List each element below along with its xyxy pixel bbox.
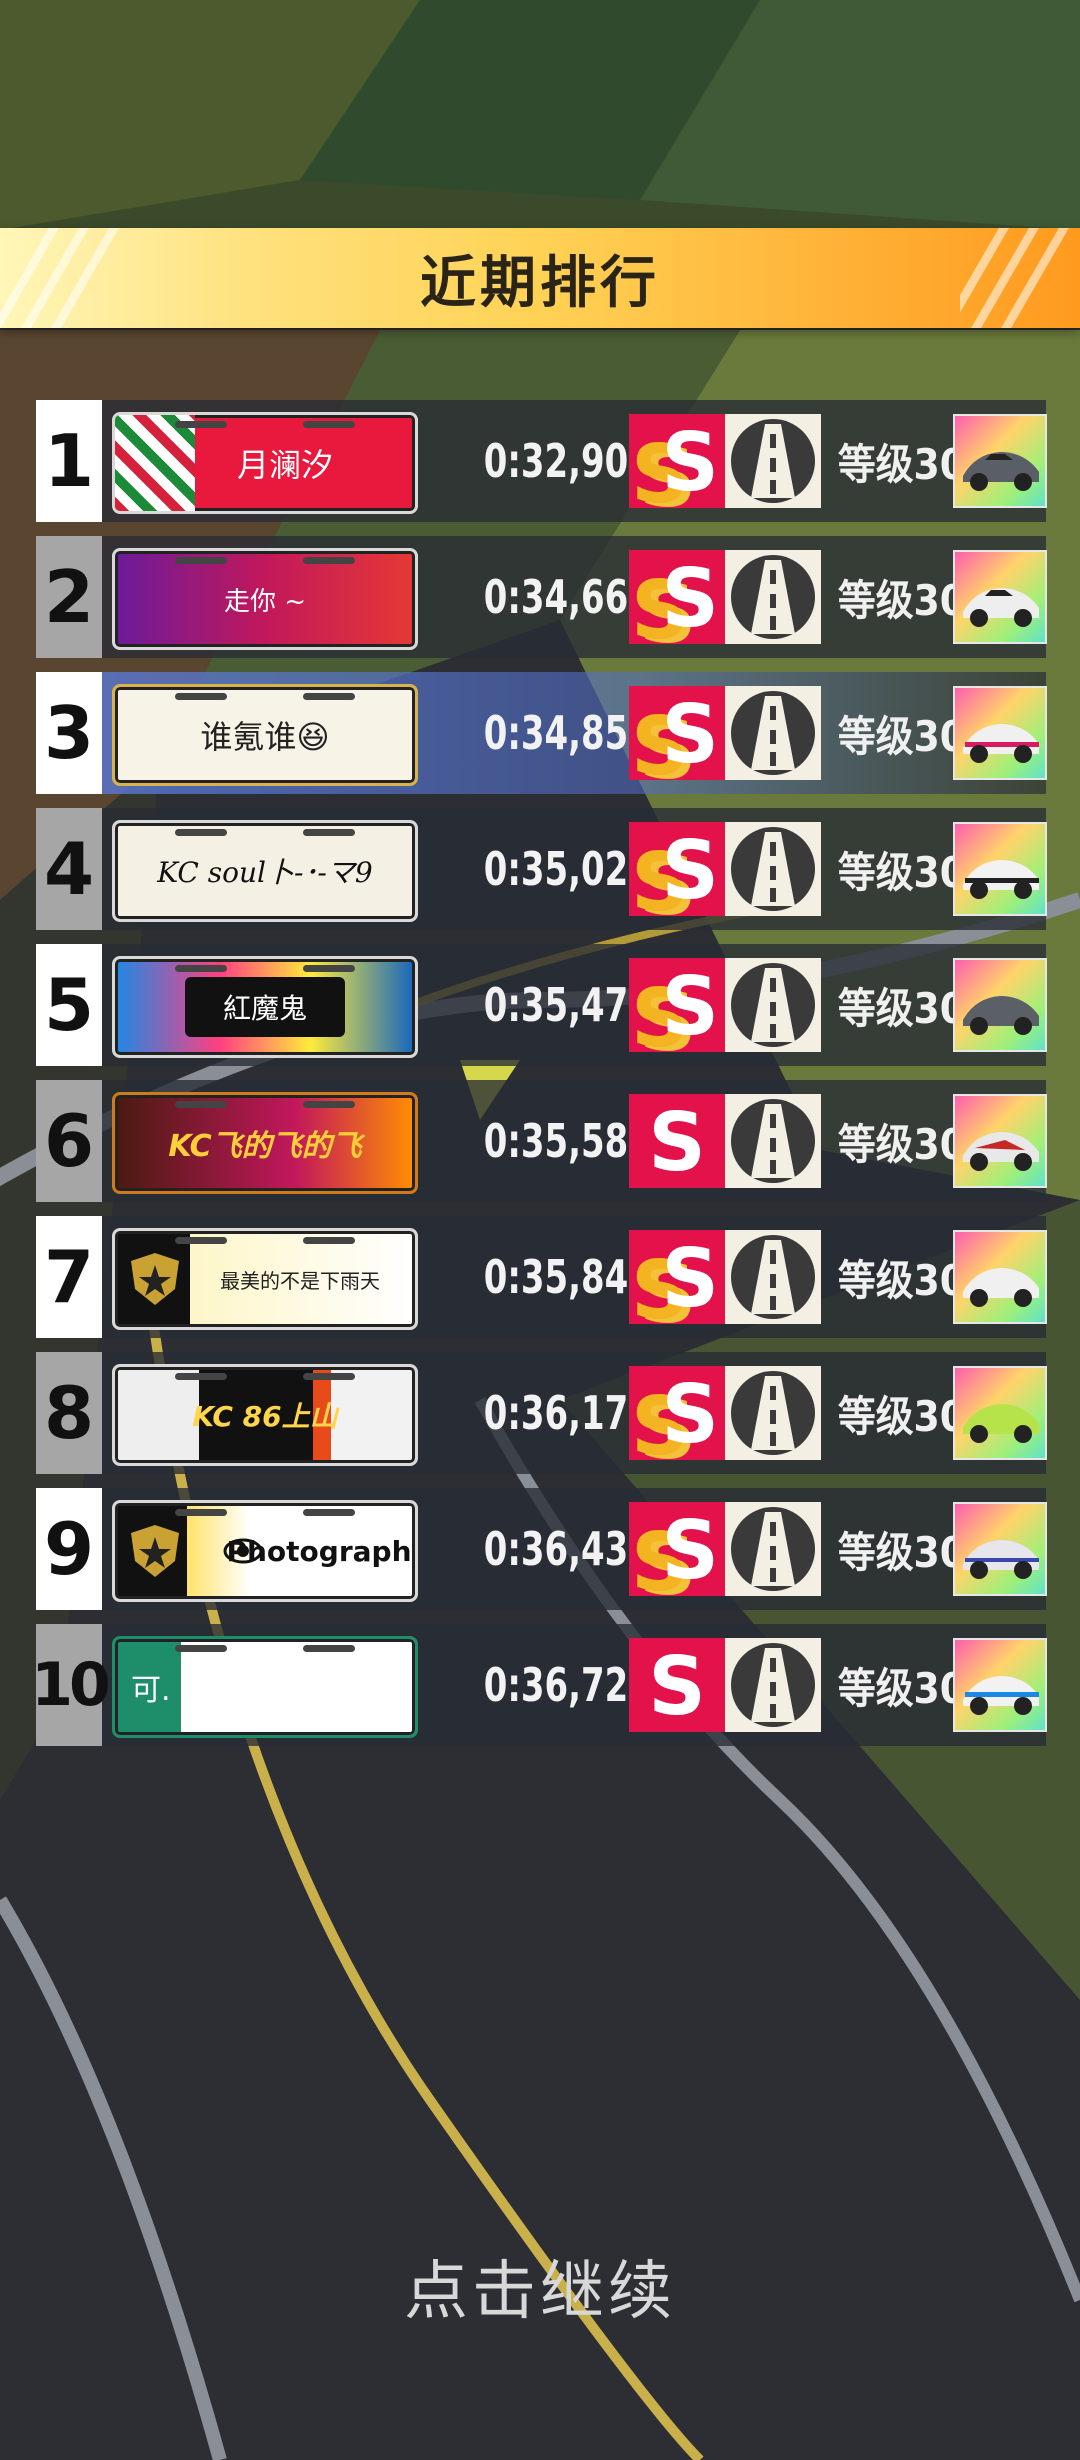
banner-stripes-right	[960, 228, 1080, 328]
rank-s-badge-icon: S	[629, 1638, 725, 1732]
leaderboard-row[interactable]: 9 Photograph 0:36,43 SS 等级30	[36, 1488, 1047, 1610]
road-icon	[725, 1638, 821, 1732]
leaderboard-row-current-player[interactable]: 3 谁氪谁😆 0:34,85 SS 等级30	[36, 672, 1047, 794]
road-icon	[725, 1230, 821, 1324]
road-icon	[725, 958, 821, 1052]
title-banner: 近期排行	[0, 228, 1080, 328]
license-plate: 走你 ~	[112, 548, 418, 650]
lap-time: 0:35,02	[483, 842, 629, 896]
road-icon	[725, 1502, 821, 1596]
car-thumbnail	[953, 958, 1047, 1052]
car-thumbnail	[953, 1366, 1047, 1460]
shield-star-icon	[131, 1525, 179, 1577]
rank-s-badge-icon: SS	[629, 958, 725, 1052]
rank-s-badge-icon: SS	[629, 414, 725, 508]
rank-number: 1	[36, 400, 102, 522]
lap-time: 0:35,84	[483, 1250, 629, 1304]
leaderboard: 1 月澜汐 0:32,90 SS 等级30 2 走你 ~ 0:34,66 SS	[31, 400, 1047, 1760]
license-plate: 紅魔鬼	[112, 956, 418, 1058]
lap-time: 0:34,66	[483, 570, 629, 624]
car-thumbnail	[953, 1094, 1047, 1188]
leaderboard-row[interactable]: 6 KC飞的飞的飞 0:35,58 S 等级30	[36, 1080, 1047, 1202]
road-icon	[725, 1366, 821, 1460]
rank-s-badge-icon: SS	[629, 1502, 725, 1596]
license-plate: 谁氪谁😆	[112, 684, 418, 786]
lap-time: 0:35,47	[483, 978, 629, 1032]
banner-stripes-left	[0, 228, 120, 328]
rank-s-badge-icon: SS	[629, 1230, 725, 1324]
road-icon	[725, 414, 821, 508]
leaderboard-row[interactable]: 4 KC soul卜-･-マ9 0:35,02 SS 等级30	[36, 808, 1047, 930]
road-icon	[725, 550, 821, 644]
rank-number: 2	[36, 536, 102, 658]
road-icon	[725, 686, 821, 780]
rank-number: 8	[36, 1352, 102, 1474]
license-plate: Photograph	[112, 1500, 418, 1602]
rank-number: 10	[31, 1624, 111, 1746]
rank-number: 3	[36, 672, 102, 794]
road-icon	[725, 822, 821, 916]
lap-time: 0:35,58	[483, 1114, 629, 1168]
lap-time: 0:32,90	[483, 434, 629, 488]
license-plate: KC soul卜-･-マ9	[112, 820, 418, 922]
car-thumbnail	[953, 686, 1047, 780]
license-plate: 月澜汐	[112, 412, 418, 514]
rank-s-badge-icon: SS	[629, 1366, 725, 1460]
rank-number: 9	[36, 1488, 102, 1610]
rank-s-badge-icon: SS	[629, 822, 725, 916]
road-icon	[725, 1094, 821, 1188]
rank-s-badge-icon: SS	[629, 550, 725, 644]
car-thumbnail	[953, 1638, 1047, 1732]
rank-number: 6	[36, 1080, 102, 1202]
rank-s-badge-icon: S	[629, 1094, 725, 1188]
lap-time: 0:36,72	[483, 1658, 629, 1712]
leaderboard-row[interactable]: 10 可. 0:36,72 S 等级30	[31, 1624, 1047, 1746]
license-plate: 可.	[112, 1636, 418, 1738]
leaderboard-row[interactable]: 1 月澜汐 0:32,90 SS 等级30	[36, 400, 1047, 522]
car-thumbnail	[953, 822, 1047, 916]
license-plate: KC 86上山	[112, 1364, 418, 1466]
rank-number: 5	[36, 944, 102, 1066]
car-thumbnail	[953, 414, 1047, 508]
car-thumbnail	[953, 1230, 1047, 1324]
leaderboard-row[interactable]: 2 走你 ~ 0:34,66 SS 等级30	[36, 536, 1047, 658]
leaderboard-row[interactable]: 8 KC 86上山 0:36,17 SS 等级30	[36, 1352, 1047, 1474]
rank-number: 4	[36, 808, 102, 930]
license-plate: KC飞的飞的飞	[112, 1092, 418, 1194]
page-title: 近期排行	[420, 250, 660, 316]
rank-number: 7	[36, 1216, 102, 1338]
car-thumbnail	[953, 550, 1047, 644]
lap-time: 0:36,17	[483, 1386, 629, 1440]
lap-time: 0:36,43	[483, 1522, 629, 1576]
license-plate: 最美的不是下雨天	[112, 1228, 418, 1330]
leaderboard-row[interactable]: 7 最美的不是下雨天 0:35,84 SS 等级30	[36, 1216, 1047, 1338]
shield-star-icon	[131, 1253, 179, 1305]
tap-to-continue-button[interactable]: 点击继续	[0, 2240, 1080, 2332]
car-thumbnail	[953, 1502, 1047, 1596]
leaderboard-row[interactable]: 5 紅魔鬼 0:35,47 SS 等级30	[36, 944, 1047, 1066]
lap-time: 0:34,85	[483, 706, 629, 760]
rank-s-badge-icon: SS	[629, 686, 725, 780]
